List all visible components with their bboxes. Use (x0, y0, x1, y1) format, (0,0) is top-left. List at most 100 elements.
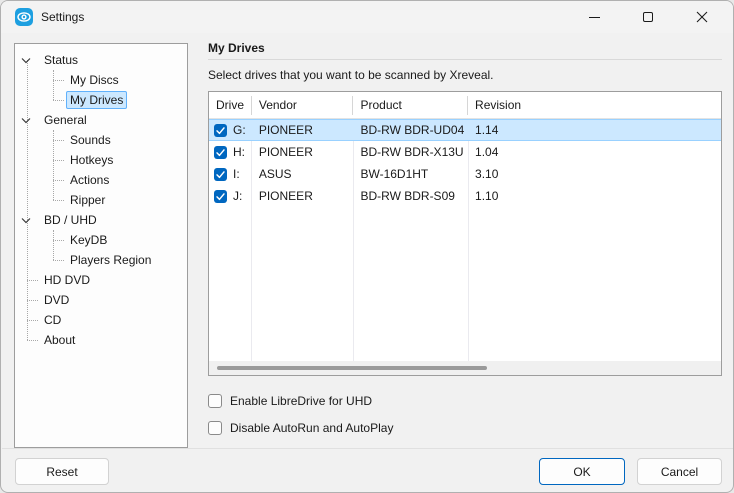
description-text: Select drives that you want to be scanne… (208, 68, 494, 82)
sidebar-item-label: Ripper (70, 193, 106, 207)
sidebar-item-my-drives[interactable]: My Drives (15, 90, 187, 110)
sidebar-item-cd[interactable]: CD (15, 310, 187, 330)
horizontal-scrollbar[interactable] (209, 361, 721, 375)
sidebar-item-label: CD (44, 313, 62, 327)
tree-connector-line (53, 140, 64, 141)
sidebar-item-hd-dvd[interactable]: HD DVD (15, 270, 187, 290)
title-divider (208, 59, 722, 60)
drive-letter: J: (233, 189, 243, 203)
footer-divider (2, 448, 733, 449)
checkbox-checked-icon[interactable] (214, 167, 227, 181)
column-header-revision[interactable]: Revision (468, 96, 721, 115)
sidebar-item-general[interactable]: General (15, 110, 187, 130)
sidebar-item-label: KeyDB (70, 233, 108, 247)
checkbox-checked-icon[interactable] (214, 189, 227, 203)
reset-button[interactable]: Reset (15, 458, 109, 485)
sidebar-item-label: General (44, 113, 87, 127)
window-title: Settings (41, 10, 85, 24)
tree-connector-line (53, 100, 64, 101)
titlebar[interactable]: Settings (1, 1, 733, 33)
table-header-row: Drive Vendor Product Revision (209, 92, 721, 119)
vendor-cell: PIONEER (258, 145, 313, 159)
sidebar-item-ripper[interactable]: Ripper (15, 190, 187, 210)
close-icon (696, 11, 708, 23)
sidebar-item-label: My Discs (70, 73, 119, 87)
revision-cell: 1.04 (475, 145, 499, 159)
checkbox-checked-icon[interactable] (214, 145, 227, 159)
sidebar-item-label: HD DVD (44, 273, 91, 287)
column-header-vendor[interactable]: Vendor (252, 95, 354, 115)
sidebar-item-label: Status (44, 53, 79, 67)
enable-libredrive-checkbox[interactable]: Enable LibreDrive for UHD (208, 394, 372, 408)
drive-row-j[interactable]: J: PIONEER BD-RW BDR-S09 1.10 (209, 185, 721, 207)
sidebar-item-my-discs[interactable]: My Discs (15, 70, 187, 90)
vendor-cell: ASUS (258, 167, 292, 181)
chevron-down-icon[interactable] (21, 115, 32, 125)
drive-letter: G: (233, 123, 246, 137)
drive-row-g[interactable]: G: PIONEER BD-RW BDR-UD04 1.14 (209, 119, 721, 141)
minimize-button[interactable] (571, 1, 617, 33)
settings-tree: Status My Discs My Drives General Sounds Hotk… (14, 43, 188, 448)
checkbox-label: Enable LibreDrive for UHD (230, 394, 373, 408)
product-cell: BD-RW BDR-UD04 (360, 123, 465, 137)
sidebar-item-status[interactable]: Status (15, 50, 187, 70)
tree-connector-line (53, 180, 64, 181)
sidebar-item-hotkeys[interactable]: Hotkeys (15, 150, 187, 170)
tree-connector-line (27, 300, 38, 301)
disable-autorun-checkbox[interactable]: Disable AutoRun and AutoPlay (208, 421, 393, 435)
checkbox-checked-icon[interactable] (214, 123, 227, 137)
sidebar-item-keydb[interactable]: KeyDB (15, 230, 187, 250)
checkbox-unchecked-icon[interactable] (208, 394, 222, 408)
sidebar-item-label: About (44, 333, 76, 347)
sidebar-item-dvd[interactable]: DVD (15, 290, 187, 310)
sidebar-item-label: Hotkeys (70, 153, 114, 167)
tree-connector-line (53, 80, 64, 81)
close-button[interactable] (679, 1, 725, 33)
chevron-down-icon[interactable] (21, 215, 32, 225)
ok-button[interactable]: OK (539, 458, 625, 485)
drive-row-h[interactable]: H: PIONEER BD-RW BDR-X13U 1.04 (209, 141, 721, 163)
revision-cell: 1.10 (475, 189, 499, 203)
tree-connector-line (27, 280, 38, 281)
column-header-drive[interactable]: Drive (209, 95, 252, 115)
drive-row-i[interactable]: I: ASUS BW-16D1HT 3.10 (209, 163, 721, 185)
column-header-product[interactable]: Product (353, 95, 469, 115)
vendor-cell: PIONEER (258, 123, 313, 137)
vendor-cell: PIONEER (258, 189, 313, 203)
cancel-button[interactable]: Cancel (637, 458, 722, 485)
product-cell: BD-RW BDR-X13U (360, 145, 464, 159)
revision-cell: 3.10 (475, 167, 499, 181)
sidebar-item-label: Players Region (70, 253, 152, 267)
tree-connector-line (53, 240, 64, 241)
product-cell: BD-RW BDR-S09 (360, 189, 455, 203)
drive-letter: I: (233, 167, 240, 181)
minimize-icon (588, 16, 600, 18)
sidebar-item-sounds[interactable]: Sounds (15, 130, 187, 150)
sidebar-item-label: DVD (44, 293, 70, 307)
checkbox-unchecked-icon[interactable] (208, 421, 222, 435)
settings-window: Settings Status My Discs My Drives General S… (0, 0, 734, 493)
tree-connector-line (27, 340, 38, 341)
product-cell: BW-16D1HT (360, 167, 429, 181)
sidebar-item-label: My Drives (66, 91, 128, 109)
sidebar-item-label: Actions (70, 173, 110, 187)
sidebar-item-about[interactable]: About (15, 330, 187, 350)
tree-connector-line (53, 260, 64, 261)
page-title: My Drives (208, 41, 265, 55)
drives-table: Drive Vendor Product Revision G: PIONEER BD-R… (208, 91, 722, 376)
maximize-icon (643, 12, 653, 22)
sidebar-item-actions[interactable]: Actions (15, 170, 187, 190)
revision-cell: 1.14 (475, 123, 499, 137)
sidebar-item-label: BD / UHD (44, 213, 97, 227)
xreveal-eye-icon (15, 8, 33, 26)
tree-connector-line (53, 160, 64, 161)
scrollbar-thumb[interactable] (217, 366, 487, 370)
checkbox-label: Disable AutoRun and AutoPlay (230, 421, 394, 435)
sidebar-item-label: Sounds (70, 133, 111, 147)
chevron-down-icon[interactable] (21, 55, 32, 65)
sidebar-item-players-region[interactable]: Players Region (15, 250, 187, 270)
tree-connector-line (27, 320, 38, 321)
tree-connector-line (53, 200, 64, 201)
sidebar-item-bd-uhd[interactable]: BD / UHD (15, 210, 187, 230)
maximize-button[interactable] (625, 1, 671, 33)
